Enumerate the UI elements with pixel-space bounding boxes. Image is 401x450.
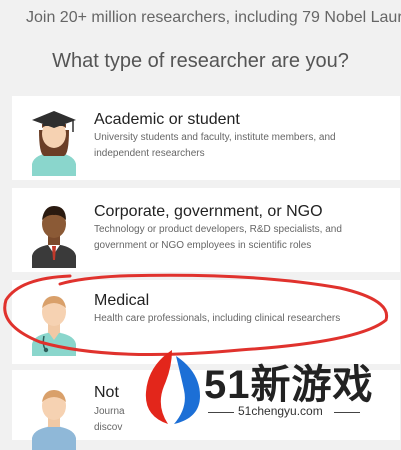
- option-medical-description: Health care professionals, including cli…: [94, 313, 341, 323]
- watermark: 51新游戏 51chengyu.com: [138, 346, 378, 428]
- generic-avatar-icon: [32, 390, 76, 450]
- watermark-line-right: [334, 412, 360, 413]
- option-academic-description: University students and faculty, institu…: [94, 132, 336, 159]
- option-not-description: Journa discov: [94, 406, 125, 433]
- watermark-logo-icon: [145, 350, 200, 424]
- watermark-text: 51新游戏: [204, 363, 374, 407]
- option-academic[interactable]: Academic or student University students …: [12, 96, 400, 180]
- option-academic-title: Academic or student: [94, 111, 240, 128]
- academic-avatar-icon: [32, 111, 76, 176]
- option-corporate-description: Technology or product developers, R&D sp…: [94, 224, 342, 251]
- option-not-title: Not: [94, 384, 119, 401]
- watermark-line-left: [208, 412, 234, 413]
- option-medical-title: Medical: [94, 292, 150, 309]
- watermark-url: 51chengyu.com: [238, 404, 323, 418]
- researcher-count-banner: Join 20+ million researchers, including …: [26, 9, 401, 26]
- corporate-avatar-icon: [32, 206, 76, 268]
- option-corporate-title: Corporate, government, or NGO: [94, 203, 323, 220]
- option-corporate[interactable]: Corporate, government, or NGO Technology…: [12, 188, 400, 272]
- page-heading: What type of researcher are you?: [52, 50, 349, 72]
- medical-avatar-icon: [32, 296, 76, 356]
